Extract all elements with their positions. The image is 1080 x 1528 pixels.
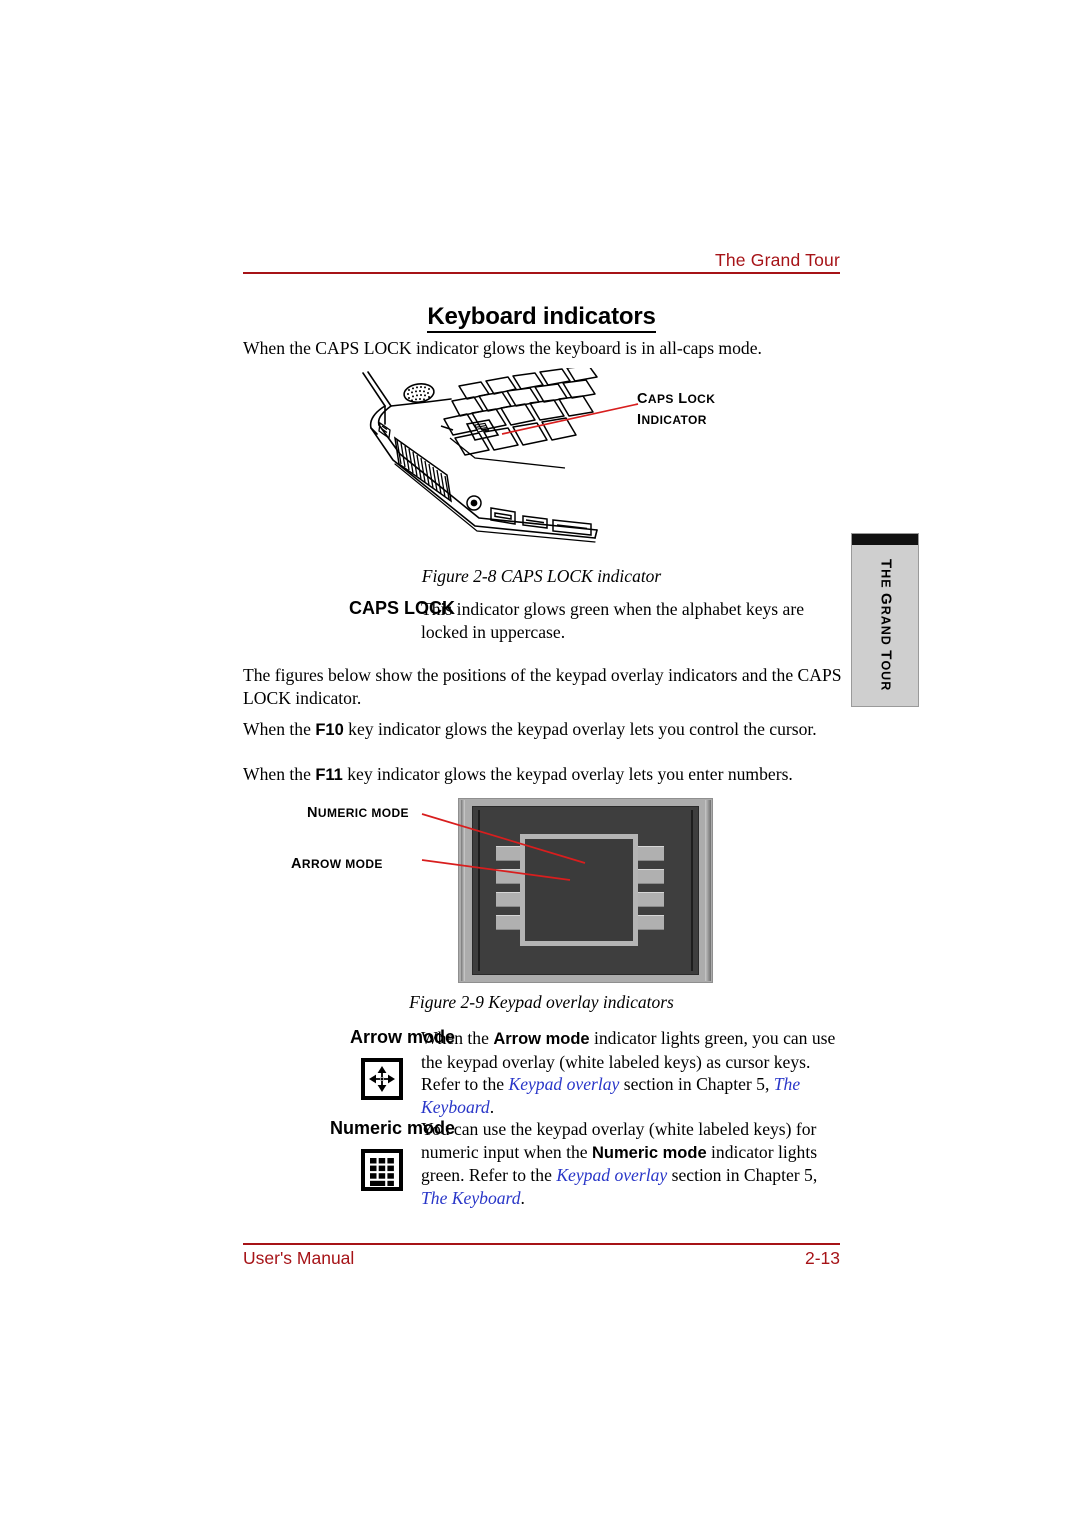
panel-hairline-right: [691, 810, 693, 971]
f11-key-label: F11: [315, 766, 343, 784]
arrow-bold-1: Arrow mode: [493, 1030, 590, 1048]
arrow-text-4: .: [489, 1096, 495, 1117]
header-title: The Grand Tour: [714, 250, 840, 270]
f11-text-after: key indicator glows the keypad overlay l…: [342, 764, 793, 784]
f10-text-before: When the: [243, 719, 316, 739]
page-footer: User's Manual 2-13: [243, 1243, 840, 1269]
section-heading-text: Keyboard indicators: [427, 303, 656, 333]
callout-caps-lock-indicator: CAPS LOCK INDICATOR: [637, 389, 715, 431]
link-keypad-overlay-arrow[interactable]: Keypad overlay: [508, 1074, 619, 1094]
arrow-text-3: section in Chapter 5,: [619, 1074, 774, 1094]
footer-page-number: 2-13: [804, 1248, 840, 1268]
page-header: The Grand Tour: [243, 250, 840, 274]
callout-arrow-cap: A: [291, 856, 302, 872]
link-keypad-overlay-numeric[interactable]: Keypad overlay: [556, 1165, 667, 1185]
callout-numeric-rest: UMERIC MODE: [317, 806, 409, 820]
footer-manual-label: User's Manual: [243, 1248, 355, 1268]
side-tab-top-bar: [852, 534, 918, 545]
panel-pin-left-4: [496, 915, 522, 930]
definition-body-arrow-mode: When the Arrow mode indicator lights gre…: [421, 1027, 841, 1118]
side-tab-our: OUR: [878, 660, 893, 692]
f10-text-after: key indicator glows the keypad overlay l…: [343, 719, 817, 739]
side-tab-t1: T: [877, 559, 895, 570]
figure-2-caption: Figure 2-9 Keypad overlay indicators: [409, 992, 674, 1012]
definition-body-caps-lock: This indicator glows green when the alph…: [421, 599, 805, 642]
callout-leader-lines-keypad: [421, 813, 586, 881]
header-divider: [243, 272, 840, 274]
arrow-text-1: When the: [421, 1028, 494, 1048]
side-tab-g: G: [877, 593, 895, 607]
chapter-side-tab: THE GRAND TOUR: [851, 533, 919, 707]
numeric-text-3: section in Chapter 5,: [667, 1165, 818, 1185]
side-tab-t2: T: [877, 650, 895, 661]
callout-numeric-cap: N: [307, 805, 318, 821]
link-the-keyboard-numeric[interactable]: The Keyboard: [421, 1188, 521, 1208]
panel-pin-right-1: [638, 846, 664, 861]
numeric-bold-1: Numeric mode: [592, 1143, 707, 1162]
document-page: The Grand Tour Keyboard indicators When …: [0, 0, 1080, 1528]
intro-paragraph: When the CAPS LOCK indicator glows the k…: [243, 338, 762, 358]
panel-pin-right-4: [638, 915, 664, 930]
page-title: Keyboard indicators: [243, 303, 840, 333]
paragraph-figures-note: The figures below show the positions of …: [243, 665, 842, 708]
callout-caps-aps: APS: [647, 392, 674, 406]
side-tab-rand: RAND: [878, 606, 893, 651]
panel-pin-right-2: [638, 869, 664, 884]
callout-arrow-mode: ARROW MODE: [291, 856, 383, 872]
numeric-text-4: .: [520, 1187, 525, 1208]
callout-arrow-rest: RROW MODE: [301, 857, 383, 871]
panel-right-edge: [705, 800, 711, 981]
numeric-mode-icon: [361, 1149, 403, 1191]
figure-caps-lock-illustration: [355, 368, 605, 543]
f11-text-before: When the: [243, 764, 316, 784]
callout-caps-c: C: [637, 391, 648, 407]
f10-key-label: F10: [315, 721, 344, 739]
callout-lock-ock: OCK: [687, 392, 716, 406]
side-tab-label: THE GRAND TOUR: [852, 545, 920, 706]
definition-body-numeric-mode: You can use the keypad overlay (white la…: [421, 1118, 841, 1209]
arrow-mode-icon: [361, 1058, 403, 1100]
callout-leader-line-caps-lock: [501, 403, 639, 435]
panel-pin-right-3: [638, 892, 664, 907]
callout-numeric-mode: NUMERIC MODE: [307, 805, 409, 821]
paragraph-f11: When the F11 key indicator glows the key…: [243, 763, 843, 787]
figure-1-caption: Figure 2-8 CAPS LOCK indicator: [421, 566, 662, 586]
footer-divider: [243, 1243, 840, 1245]
callout-indicator-rest: NDICATOR: [641, 413, 707, 427]
paragraph-f10: When the F10 key indicator glows the key…: [243, 718, 843, 742]
side-tab-he: HE: [878, 569, 893, 594]
